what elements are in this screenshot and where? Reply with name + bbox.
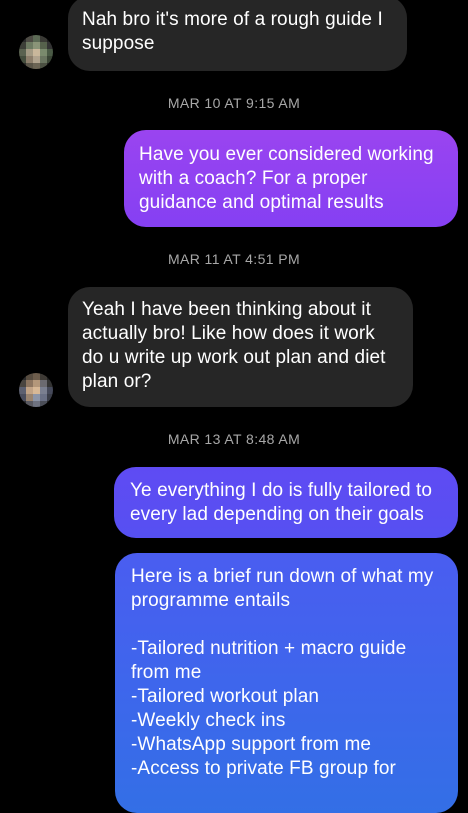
message-bubble-incoming[interactable]: Yeah I have been thinking about it actua… [68, 287, 413, 407]
message-text: Ye everything I do is fully tailored to … [130, 480, 433, 525]
message-bubble-outgoing[interactable]: Here is a brief run down of what my prog… [115, 553, 458, 813]
timestamp: MAR 10 AT 9:15 AM [167, 95, 301, 111]
message-bubble-outgoing[interactable]: Have you ever considered working with a … [124, 130, 458, 227]
timestamp: MAR 13 AT 8:48 AM [167, 431, 301, 447]
message-text: Have you ever considered working with a … [139, 144, 434, 213]
message-text: Here is a brief run down of what my prog… [131, 566, 434, 779]
message-bubble-incoming[interactable]: Nah bro it's more of a rough guide I sup… [68, 0, 407, 71]
contact-avatar[interactable] [19, 35, 53, 69]
contact-avatar[interactable] [19, 373, 53, 407]
timestamp: MAR 11 AT 4:51 PM [167, 251, 301, 267]
message-text: Nah bro it's more of a rough guide I sup… [82, 9, 383, 54]
message-bubble-outgoing[interactable]: Ye everything I do is fully tailored to … [114, 467, 458, 538]
message-text: Yeah I have been thinking about it actua… [82, 299, 386, 392]
